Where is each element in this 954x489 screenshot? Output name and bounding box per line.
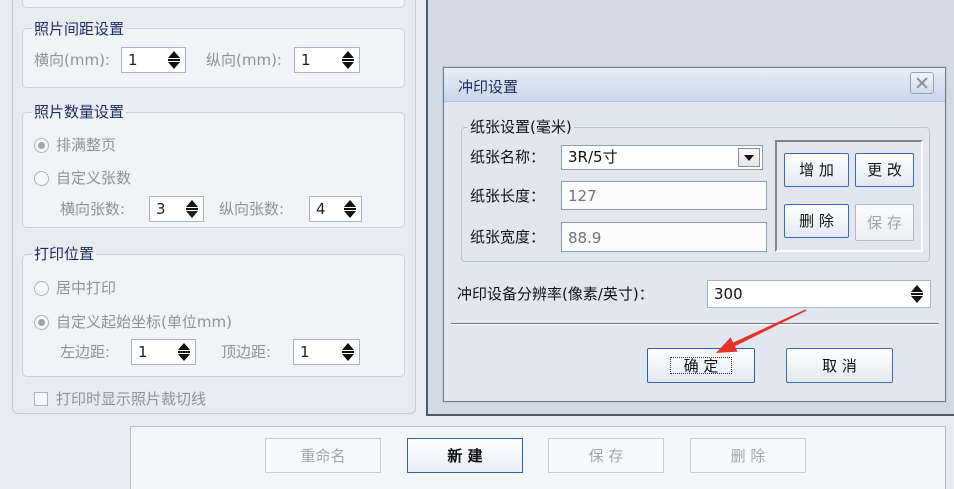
center-print-label: 居中打印 [56,279,117,297]
photo-count-title: 照片数量设置 [32,103,127,121]
spin-down-arrow[interactable] [168,62,180,69]
vertical-count-spinner[interactable]: 4 [309,196,362,222]
spinner-value: 3 [156,200,166,218]
vertical-spacing-spinner[interactable]: 1 [294,47,360,73]
spin-down-arrow[interactable] [911,296,923,303]
custom-origin-radio[interactable] [34,315,49,330]
center-print-radio[interactable] [34,281,49,296]
dialog-separator [451,323,939,325]
horizontal-spacing-label: 横向(mm): [34,51,110,69]
paper-length-label: 纸张长度： [470,187,546,205]
paper-name-select[interactable]: 3R/5寸 [561,145,763,170]
spin-down-arrow[interactable] [342,62,354,69]
resolution-label: 冲印设备分辨率(像素/英寸)： [457,285,654,303]
spin-down-arrow[interactable] [186,211,198,218]
spin-arrows-icon[interactable] [911,285,924,303]
cancel-button[interactable]: 取 消 [786,348,893,383]
print-settings-dialog: 冲印设置 纸张设置(毫米) 纸张名称： 3R/5寸 纸张长度： 127 纸张宽度… [443,67,946,402]
horizontal-spacing-spinner[interactable]: 1 [121,47,186,73]
paper-width-input[interactable]: 88.9 [561,222,767,252]
top-margin-spinner[interactable]: 1 [293,339,360,365]
spin-arrows-icon[interactable] [178,343,191,361]
spin-up-arrow[interactable] [342,51,354,58]
spin-up-arrow[interactable] [168,51,180,58]
custom-origin-label: 自定义起始坐标(单位mm) [56,313,232,331]
spin-arrows-icon[interactable] [342,343,355,361]
spin-divider [186,208,198,210]
spin-down-arrow[interactable] [344,211,356,218]
spin-divider [344,208,356,210]
paper-name-label: 纸张名称： [470,148,546,166]
left-margin-spinner[interactable]: 1 [131,339,196,365]
spin-divider [342,59,354,61]
spin-up-arrow[interactable] [186,200,198,207]
resolution-value: 300 [714,285,743,303]
modify-paper-button[interactable]: 更 改 [855,153,914,187]
custom-count-label: 自定义张数 [56,169,132,187]
show-cut-lines-checkbox[interactable] [34,392,48,406]
spin-divider [342,351,354,353]
spinner-value: 1 [128,51,138,69]
spin-up-arrow[interactable] [342,343,354,350]
top-margin-label: 顶边距: [221,343,272,361]
paper-length-value: 127 [568,187,597,205]
rename-button[interactable]: 重命名 [265,438,381,473]
vertical-count-label: 纵向张数: [219,200,285,218]
spin-up-arrow[interactable] [178,343,190,350]
spin-up-arrow[interactable] [344,200,356,207]
spin-divider [168,59,180,61]
spin-arrows-icon[interactable] [344,200,357,218]
spinner-value: 4 [316,200,326,218]
spin-up-arrow[interactable] [911,285,923,292]
paper-length-input[interactable]: 127 [561,181,767,210]
dropdown-arrow-icon[interactable] [738,148,760,167]
print-position-title: 打印位置 [32,245,97,263]
left-margin-label: 左边距: [60,343,111,361]
close-icon[interactable] [910,72,934,94]
spin-divider [178,351,190,353]
show-cut-lines-label: 打印时显示照片裁切线 [56,390,207,408]
vertical-spacing-label: 纵向(mm): [206,51,282,69]
delete-button[interactable]: 删 除 [690,438,806,473]
custom-count-radio[interactable] [34,171,49,186]
spinner-value: 1 [300,343,310,361]
horizontal-count-spinner[interactable]: 3 [149,196,204,222]
dialog-title-bar[interactable]: 冲印设置 [444,68,945,102]
previous-group-box [22,0,405,8]
spinner-value: 1 [301,51,311,69]
save-paper-button[interactable]: 保 存 [855,204,914,241]
focus-indicator [670,357,732,374]
add-paper-button[interactable]: 增 加 [784,153,849,187]
new-button[interactable]: 新 建 [407,438,523,473]
spinner-value: 1 [138,343,148,361]
paper-name-value: 3R/5寸 [568,148,618,166]
paper-settings-title: 纸张设置(毫米) [468,118,574,136]
fill-page-radio[interactable] [34,138,49,153]
bottom-toolbar: 重命名 新 建 保 存 删 除 [130,426,946,489]
paper-width-value: 88.9 [568,229,602,247]
spin-divider [911,293,923,295]
spin-arrows-icon[interactable] [342,51,355,69]
fill-page-label: 排满整页 [56,136,117,154]
save-button[interactable]: 保 存 [548,438,664,473]
photo-spacing-title: 照片间距设置 [32,20,127,38]
spin-down-arrow[interactable] [342,354,354,361]
spin-arrows-icon[interactable] [168,51,181,69]
delete-paper-button[interactable]: 删 除 [784,204,849,238]
ok-button[interactable]: 确 定 [647,348,755,383]
dropdown-triangle [744,155,754,161]
horizontal-count-label: 横向张数: [60,200,126,218]
dialog-title: 冲印设置 [458,78,519,96]
paper-actions-box: 增 加 更 改 删 除 保 存 [775,140,923,252]
resolution-spinner[interactable]: 300 [707,280,931,308]
paper-width-label: 纸张宽度： [470,228,546,246]
spin-down-arrow[interactable] [178,354,190,361]
spin-arrows-icon[interactable] [186,200,199,218]
